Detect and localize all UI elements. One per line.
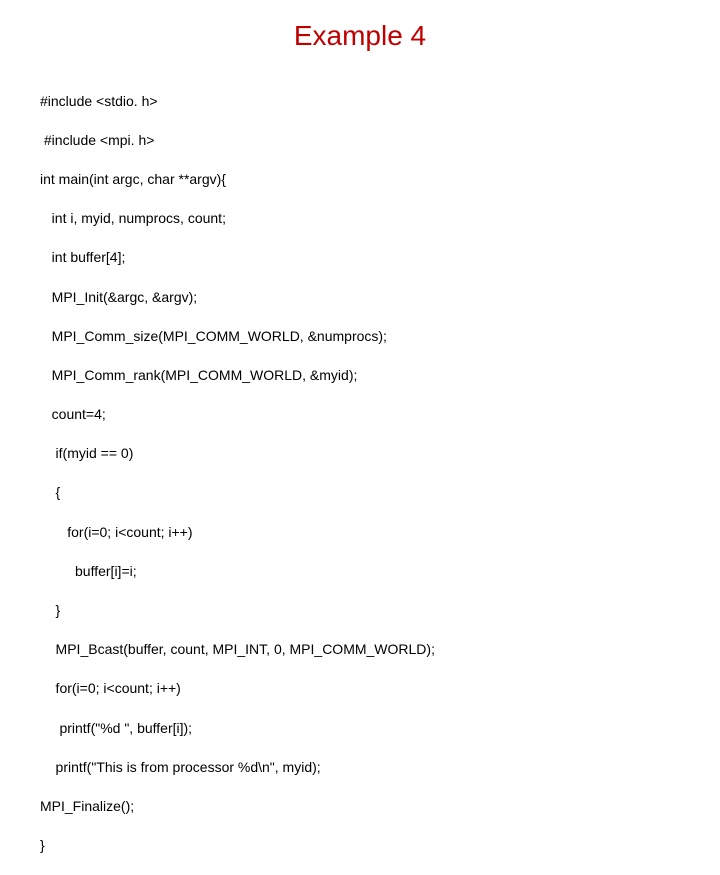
code-line: MPI_Bcast(buffer, count, MPI_INT, 0, MPI… [40, 640, 680, 660]
code-line: buffer[i]=i; [40, 562, 680, 582]
code-line: int i, myid, numprocs, count; [40, 209, 680, 229]
slide-title: Example 4 [40, 20, 680, 52]
code-line: } [40, 836, 680, 856]
code-line: count=4; [40, 405, 680, 425]
code-line: { [40, 483, 680, 503]
code-line: #include <mpi. h> [40, 131, 680, 151]
code-line: if(myid == 0) [40, 444, 680, 464]
code-line: MPI_Finalize(); [40, 797, 680, 817]
code-line: MPI_Init(&argc, &argv); [40, 288, 680, 308]
code-line: printf("%d ", buffer[i]); [40, 719, 680, 739]
code-line: MPI_Comm_size(MPI_COMM_WORLD, &numprocs)… [40, 327, 680, 347]
code-line: } [40, 601, 680, 621]
code-block: #include <stdio. h> #include <mpi. h> in… [40, 72, 680, 875]
code-line: printf("This is from processor %d\n", my… [40, 758, 680, 778]
code-line: for(i=0; i<count; i++) [40, 679, 680, 699]
code-line: #include <stdio. h> [40, 92, 680, 112]
code-line: MPI_Comm_rank(MPI_COMM_WORLD, &myid); [40, 366, 680, 386]
code-line: for(i=0; i<count; i++) [40, 523, 680, 543]
code-line: int main(int argc, char **argv){ [40, 170, 680, 190]
code-line: int buffer[4]; [40, 248, 680, 268]
